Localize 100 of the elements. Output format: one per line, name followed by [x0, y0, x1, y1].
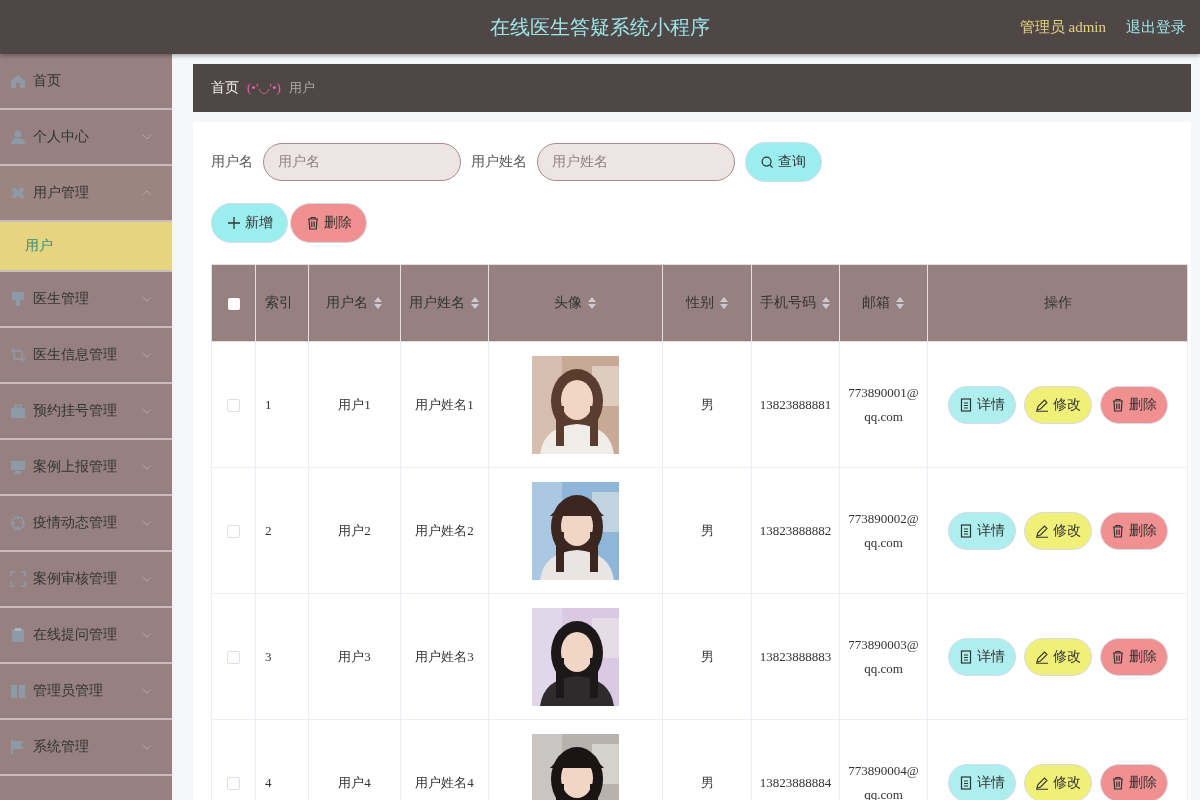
search-button[interactable]: 查询	[745, 142, 822, 182]
row-checkbox[interactable]	[227, 777, 240, 790]
trash-icon	[1110, 397, 1125, 412]
briefcase-icon	[10, 403, 26, 419]
table-cell-text: 用户姓名4	[415, 774, 474, 790]
edit-button[interactable]: 修改	[1023, 511, 1092, 550]
detail-button[interactable]: 详情	[947, 385, 1016, 424]
search-icon	[761, 155, 774, 169]
submenu-item[interactable]: 用户	[0, 222, 172, 272]
add-button[interactable]: 新增	[211, 203, 288, 243]
sidebar-menu-item[interactable]: 医生管理	[0, 272, 172, 328]
column-header[interactable]: 邮箱	[862, 294, 890, 312]
edit-button[interactable]: 修改	[1023, 385, 1092, 424]
menu-label: 系统管理	[33, 738, 90, 756]
column-header[interactable]: 用户姓名	[409, 294, 465, 312]
table-cell-text: 1	[265, 396, 272, 412]
delete-button[interactable]: 删除	[1099, 763, 1168, 800]
table-cell-text: 4	[265, 774, 272, 790]
delete-button[interactable]: 删除	[1099, 511, 1168, 550]
menu-label: 个人中心	[33, 128, 90, 146]
sidebar-menu-item[interactable]: 用户管理	[0, 166, 172, 222]
table-cell-text: 3	[265, 648, 272, 664]
sort-icon	[718, 296, 729, 310]
sidebar-menu-item[interactable]: 案例上报管理	[0, 440, 172, 496]
brush-icon	[10, 291, 26, 307]
sidebar-menu-item[interactable]: 疫情动态管理	[0, 496, 172, 552]
delete-button[interactable]: 删除	[1099, 637, 1168, 676]
column-header[interactable]: 索引	[265, 294, 293, 312]
chevron-down-icon	[142, 744, 152, 750]
flag-icon	[10, 739, 26, 755]
search-field[interactable]: 用户姓名	[537, 143, 735, 181]
table-cell-text: 用户姓名1	[415, 396, 474, 412]
logout-link[interactable]: 退出登录	[1126, 17, 1186, 37]
row-checkbox[interactable]	[227, 399, 240, 412]
sidebar-menu-item[interactable]: 医生信息管理	[0, 328, 172, 384]
chevron-down-icon	[142, 688, 152, 694]
trash-icon	[1110, 649, 1125, 664]
breadcrumb-link[interactable]: 首页	[211, 79, 239, 97]
user-icon	[10, 129, 26, 145]
menu-label: 用户管理	[33, 184, 90, 202]
document-icon	[958, 649, 973, 664]
table-cell-text: 用户姓名3	[415, 648, 474, 664]
document-icon	[958, 397, 973, 412]
row-checkbox[interactable]	[227, 651, 240, 664]
detail-button[interactable]: 详情	[947, 637, 1016, 676]
admin-user-label: 管理员 admin	[1019, 17, 1106, 37]
document-icon	[958, 775, 973, 790]
delete-button[interactable]: 删除	[1099, 385, 1168, 424]
sort-icon	[895, 296, 905, 310]
menu-label: 医生管理	[33, 290, 90, 308]
column-header[interactable]: 性别	[685, 294, 714, 312]
chevron-down-icon	[142, 464, 152, 470]
table-cell-text: 用户姓名2	[415, 522, 474, 538]
table-cell-text: 用户4	[338, 774, 371, 790]
sidebar-menu-item[interactable]: 预约挂号管理	[0, 384, 172, 440]
menu-label: 案例审核管理	[33, 570, 118, 588]
table-cell-text: 773890001@qq.com	[847, 383, 920, 426]
search-field[interactable]: 用户名	[263, 143, 461, 181]
menu-label: 在线提问管理	[33, 626, 118, 644]
chevron-down-icon	[142, 408, 152, 414]
sidebar-menu-item[interactable]: 在线提问管理	[0, 608, 172, 664]
pencil-icon	[1034, 649, 1049, 664]
table-cell-text: 用户3	[338, 648, 371, 664]
pencil-icon	[1034, 775, 1049, 790]
breadcrumb-current: 用户	[288, 79, 315, 97]
chevron-down-icon	[142, 576, 152, 582]
detail-button[interactable]: 详情	[947, 511, 1016, 550]
sort-icon	[587, 296, 597, 310]
table-cell-text: 男	[700, 774, 714, 790]
field-label: 用户姓名	[471, 153, 527, 171]
menu-label: 疫情动态管理	[33, 514, 118, 532]
home-icon	[10, 73, 26, 89]
column-header[interactable]: 操作	[1043, 294, 1072, 312]
chevron-down-icon	[142, 520, 152, 526]
edit-button[interactable]: 修改	[1023, 763, 1092, 800]
column-header[interactable]: 手机号码	[760, 294, 816, 312]
sidebar-menu-item[interactable]: 首页	[0, 54, 172, 110]
row-checkbox[interactable]	[227, 525, 240, 538]
menu-label: 管理员管理	[33, 682, 104, 700]
column-header[interactable]: 用户名	[326, 294, 368, 312]
book-icon	[10, 683, 26, 699]
crop-icon	[10, 347, 26, 363]
select-all-checkbox[interactable]	[227, 297, 240, 310]
trash-icon	[305, 216, 320, 230]
document-icon	[958, 523, 973, 538]
table-cell-text: 男	[700, 648, 714, 664]
table-cell-text: 13823888881	[759, 396, 832, 412]
detail-button[interactable]: 详情	[947, 763, 1016, 800]
sidebar-menu-item[interactable]: 系统管理	[0, 720, 172, 776]
menu-label: 医生信息管理	[33, 346, 118, 364]
edit-button[interactable]: 修改	[1023, 637, 1092, 676]
table-cell-text: 13823888883	[759, 648, 832, 664]
chevron-down-icon	[142, 296, 152, 302]
sidebar-menu-item[interactable]: 案例审核管理	[0, 552, 172, 608]
sidebar-menu-item[interactable]: 管理员管理	[0, 664, 172, 720]
delete-button[interactable]: 删除	[290, 203, 367, 243]
table-cell-text: 2	[265, 522, 272, 538]
column-header[interactable]: 头像	[554, 294, 582, 312]
table-cell-text: 13823888882	[759, 522, 832, 538]
sort-icon	[470, 296, 480, 310]
